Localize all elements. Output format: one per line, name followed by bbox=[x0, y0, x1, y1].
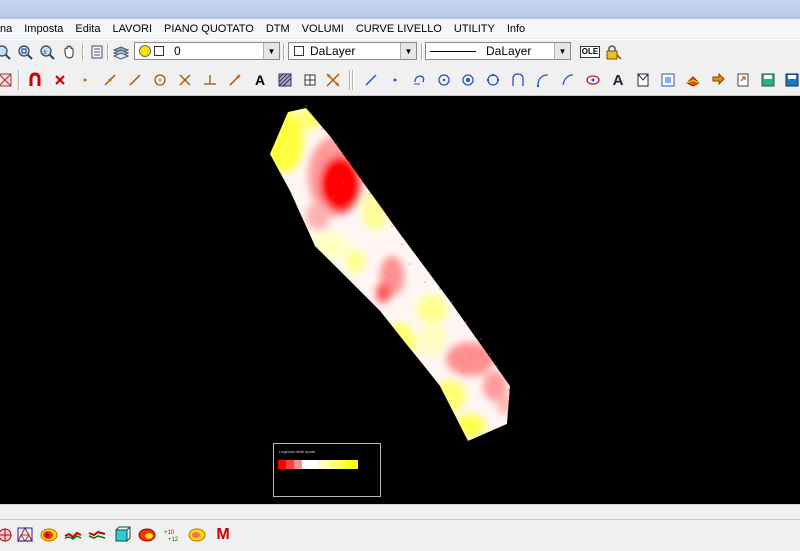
ellipse-icon[interactable] bbox=[584, 71, 602, 89]
menu-item-na[interactable]: na bbox=[0, 23, 18, 35]
menu-item-lavori[interactable]: LAVORI bbox=[106, 23, 158, 35]
draw-line-icon[interactable] bbox=[362, 71, 380, 89]
arc-rotate-icon[interactable] bbox=[410, 71, 428, 89]
lock-icon[interactable] bbox=[604, 43, 622, 61]
legend-swatch bbox=[350, 460, 358, 469]
save-icon[interactable] bbox=[759, 71, 777, 89]
text-a-icon[interactable]: A bbox=[251, 71, 269, 89]
layer-select[interactable]: 0 ▼ bbox=[134, 42, 280, 60]
color-map-icon[interactable] bbox=[138, 526, 156, 544]
menu-bar: na Imposta Edita LAVORI PIANO QUOTATO DT… bbox=[0, 19, 800, 38]
profile-icon[interactable] bbox=[64, 526, 82, 544]
linetype-value: DaLayer bbox=[486, 44, 532, 58]
section-icon[interactable] bbox=[88, 526, 106, 544]
grid-icon[interactable] bbox=[301, 71, 319, 89]
move-icon[interactable] bbox=[659, 71, 677, 89]
legend-swatch bbox=[334, 460, 342, 469]
magnet-icon[interactable] bbox=[26, 71, 44, 89]
legend-swatch bbox=[278, 460, 286, 469]
erase-icon[interactable] bbox=[51, 71, 69, 89]
hatch-icon[interactable] bbox=[276, 71, 294, 89]
polyline-icon[interactable] bbox=[126, 71, 144, 89]
linetype-preview-icon bbox=[430, 50, 476, 52]
legend-swatches bbox=[278, 460, 358, 469]
contour-map-icon[interactable] bbox=[40, 526, 58, 544]
svg-text:+10: +10 bbox=[164, 530, 175, 536]
elevation-legend: Legenda delle quote bbox=[273, 443, 381, 497]
explode-icon[interactable] bbox=[324, 71, 342, 89]
text-icon[interactable]: A bbox=[609, 71, 627, 89]
cube-icon[interactable] bbox=[113, 526, 131, 544]
m-button[interactable]: M bbox=[214, 526, 232, 544]
layer-color-icon bbox=[154, 46, 164, 56]
zoom-extents-icon[interactable] bbox=[0, 43, 12, 61]
title-bar bbox=[0, 0, 800, 20]
color-value: DaLayer bbox=[310, 44, 356, 58]
svg-text:±: ± bbox=[43, 49, 47, 56]
menu-item-piano-quotato[interactable]: PIANO QUOTATO bbox=[158, 23, 260, 35]
menu-item-curve-livello[interactable]: CURVE LIVELLO bbox=[350, 23, 448, 35]
legend-map-icon[interactable] bbox=[188, 526, 206, 544]
chevron-down-icon[interactable]: ▼ bbox=[263, 43, 279, 59]
circle-radius-icon[interactable] bbox=[459, 71, 477, 89]
save-as-icon[interactable] bbox=[783, 71, 800, 89]
circle-3p-icon[interactable] bbox=[484, 71, 502, 89]
legend-title: Legenda delle quote bbox=[279, 449, 316, 454]
legend-swatch bbox=[286, 460, 294, 469]
drawing-canvas[interactable]: Legenda delle quote bbox=[0, 96, 800, 504]
zoom-window-icon[interactable] bbox=[16, 43, 34, 61]
hatch-cross-icon[interactable] bbox=[0, 71, 14, 89]
arc-2-icon[interactable] bbox=[534, 71, 552, 89]
menu-item-volumi[interactable]: VOLUMI bbox=[296, 23, 350, 35]
terrain-strip bbox=[270, 108, 510, 441]
ole-label: OLE bbox=[579, 46, 601, 58]
spot-heights-icon[interactable]: +10 +12 bbox=[163, 526, 181, 544]
dtm-toolbar: +10 +12 M bbox=[0, 519, 800, 551]
menu-item-imposta[interactable]: Imposta bbox=[18, 23, 69, 35]
rotate-icon[interactable] bbox=[709, 71, 727, 89]
menu-item-info[interactable]: Info bbox=[501, 23, 531, 35]
legend-swatch bbox=[310, 460, 318, 469]
menu-item-dtm[interactable]: DTM bbox=[260, 23, 296, 35]
ole-button[interactable]: OLE bbox=[579, 43, 601, 61]
legend-swatch bbox=[302, 460, 310, 469]
surface-icon[interactable] bbox=[684, 71, 702, 89]
terrain-color-map bbox=[270, 105, 510, 441]
chevron-down-icon[interactable]: ▼ bbox=[400, 43, 416, 59]
arc-3-icon[interactable] bbox=[559, 71, 577, 89]
svg-text:+12: +12 bbox=[168, 537, 179, 543]
legend-swatch bbox=[318, 460, 326, 469]
snap-line-icon[interactable] bbox=[226, 71, 244, 89]
circle-center-icon[interactable] bbox=[435, 71, 453, 89]
line-icon[interactable] bbox=[101, 71, 119, 89]
draw-point-icon[interactable] bbox=[386, 71, 404, 89]
tin-icon[interactable] bbox=[16, 526, 34, 544]
menu-item-edita[interactable]: Edita bbox=[69, 23, 106, 35]
zoom-realtime-icon[interactable]: ± bbox=[38, 43, 56, 61]
draw-toolbar: A A bbox=[0, 65, 800, 96]
arc-icon[interactable] bbox=[509, 71, 527, 89]
perpendicular-icon[interactable] bbox=[201, 71, 219, 89]
insert-block-icon[interactable] bbox=[634, 71, 652, 89]
network-icon[interactable] bbox=[0, 526, 14, 544]
chevron-down-icon[interactable]: ▼ bbox=[554, 43, 570, 59]
circle-icon[interactable] bbox=[151, 71, 169, 89]
export-icon[interactable] bbox=[734, 71, 752, 89]
status-bar bbox=[0, 504, 800, 520]
properties-icon[interactable] bbox=[88, 43, 106, 61]
legend-swatch bbox=[326, 460, 334, 469]
menu-item-utility[interactable]: UTILITY bbox=[448, 23, 501, 35]
color-select[interactable]: DaLayer ▼ bbox=[288, 42, 417, 60]
color-swatch-icon bbox=[294, 46, 304, 56]
standard-toolbar: ± 0 ▼ DaLayer ▼ DaLayer ▼ OLE bbox=[0, 39, 800, 66]
legend-swatch bbox=[342, 460, 350, 469]
layers-icon[interactable] bbox=[112, 43, 130, 61]
cross-icon[interactable] bbox=[176, 71, 194, 89]
layer-on-icon bbox=[139, 45, 151, 57]
layer-name: 0 bbox=[174, 44, 181, 58]
linetype-select[interactable]: DaLayer ▼ bbox=[425, 42, 571, 60]
point-icon[interactable] bbox=[76, 71, 94, 89]
pan-icon[interactable] bbox=[60, 43, 78, 61]
legend-swatch bbox=[294, 460, 302, 469]
